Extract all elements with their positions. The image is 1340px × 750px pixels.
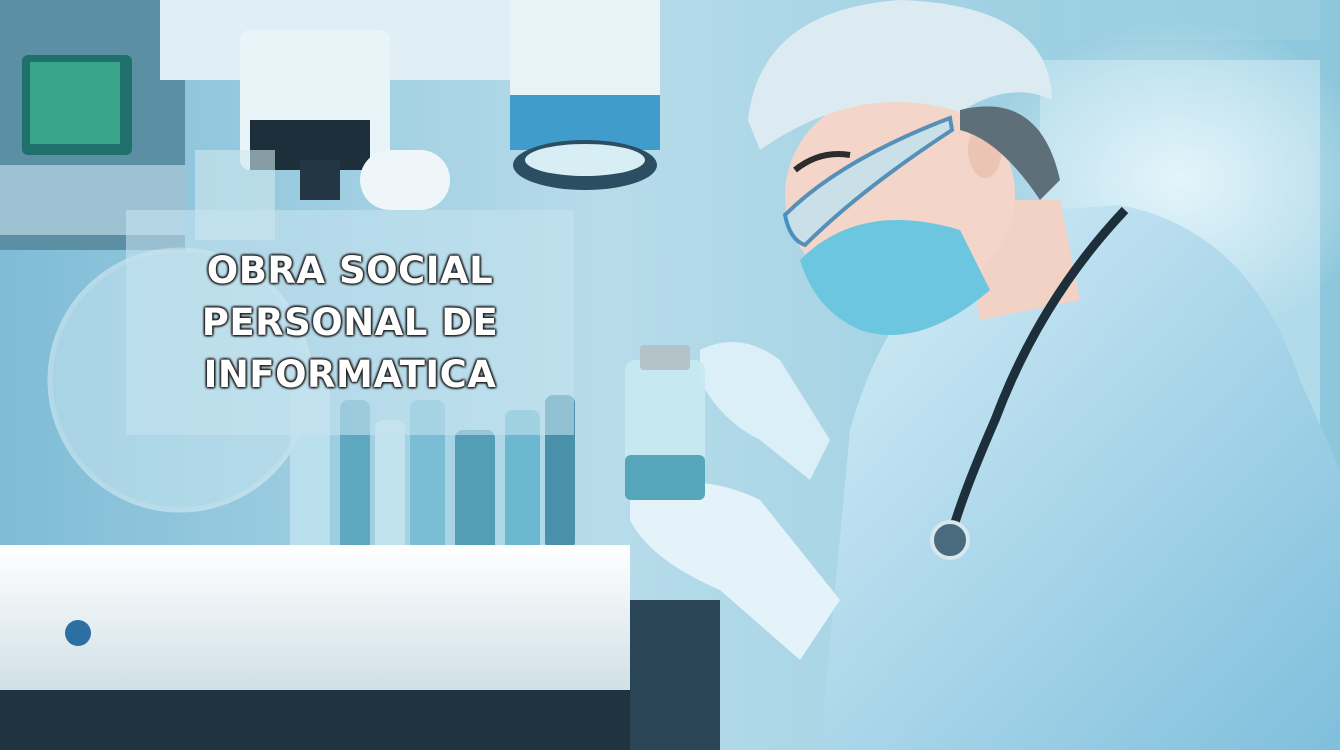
title-overlay: OBRA SOCIAL PERSONAL DE INFORMATICA xyxy=(126,210,574,435)
lab-bench xyxy=(0,545,630,695)
title-line-1: OBRA SOCIAL xyxy=(206,248,494,292)
hero-banner: OBRA SOCIAL PERSONAL DE INFORMATICA xyxy=(0,0,1340,750)
title-line-2: PERSONAL DE xyxy=(201,300,499,344)
title-line-3: INFORMATICA xyxy=(203,352,497,396)
banner-title: OBRA SOCIAL PERSONAL DE INFORMATICA xyxy=(202,245,499,401)
lab-lamp xyxy=(510,0,660,100)
